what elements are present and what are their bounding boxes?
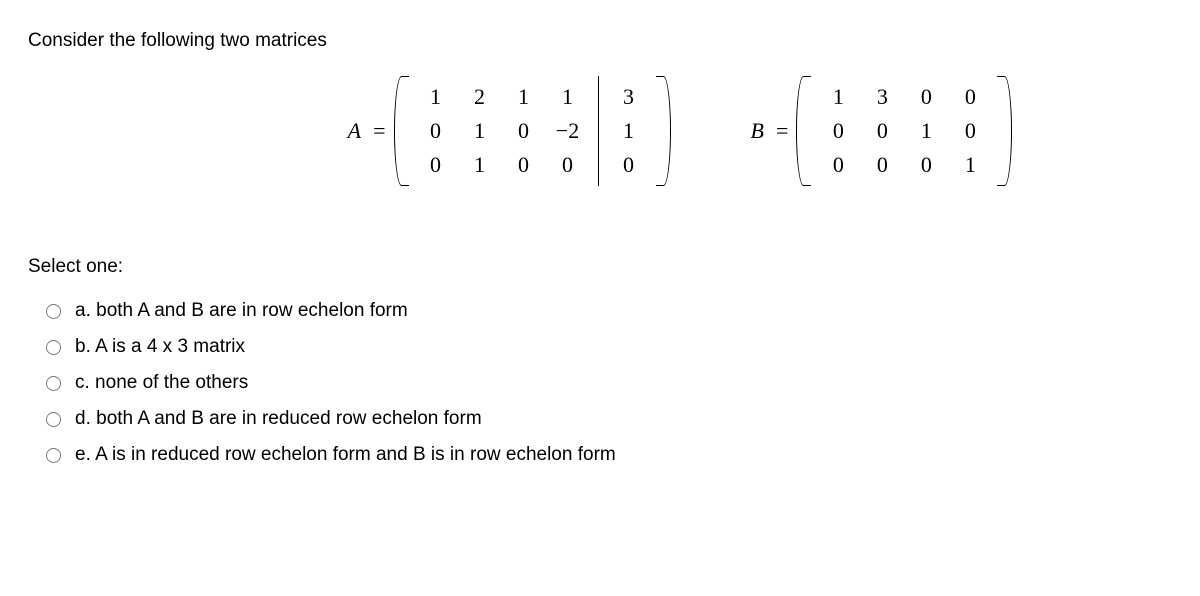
equals-sign: = xyxy=(776,118,788,144)
matrix-cell: 1 xyxy=(904,118,948,144)
matrix-cell: 1 xyxy=(458,152,502,178)
radio-icon[interactable] xyxy=(46,376,61,391)
matrix-b-label: B xyxy=(751,118,764,144)
option-e-label: e. A is in reduced row echelon form and … xyxy=(75,444,616,466)
option-d[interactable]: d. both A and B are in reduced row echel… xyxy=(46,408,1172,430)
matrix-cell: 0 xyxy=(904,152,948,178)
paren-right xyxy=(657,76,671,186)
augment-divider xyxy=(598,76,599,186)
question-container: Consider the following two matrices A = … xyxy=(0,0,1200,510)
matrix-b-block: B = 1 3 0 0 0 0 1 0 0 0 0 1 xyxy=(751,76,1013,186)
matrix-a-paren: 1 2 1 1 0 1 0 −2 0 1 0 0 3 1 0 xyxy=(394,76,671,186)
paren-right xyxy=(998,76,1012,186)
matrix-cell: 0 xyxy=(948,84,992,110)
option-a[interactable]: a. both A and B are in row echelon form xyxy=(46,300,1172,322)
option-c-label: c. none of the others xyxy=(75,372,248,394)
matrix-cell: 1 xyxy=(458,118,502,144)
matrix-cell: 0 xyxy=(904,84,948,110)
option-d-label: d. both A and B are in reduced row echel… xyxy=(75,408,482,430)
matrix-cell: 0 xyxy=(816,118,860,144)
matrix-cell: 0 xyxy=(860,152,904,178)
option-b[interactable]: b. A is a 4 x 3 matrix xyxy=(46,336,1172,358)
option-c[interactable]: c. none of the others xyxy=(46,372,1172,394)
matrix-b-paren: 1 3 0 0 0 0 1 0 0 0 0 1 xyxy=(796,76,1012,186)
matrix-a-aug: 3 1 0 xyxy=(601,76,657,186)
option-e[interactable]: e. A is in reduced row echelon form and … xyxy=(46,444,1172,466)
matrix-cell: 3 xyxy=(607,84,651,110)
matrix-cell: 0 xyxy=(948,118,992,144)
question-text: Consider the following two matrices xyxy=(28,30,1172,52)
matrix-cell: 0 xyxy=(860,118,904,144)
options-list: a. both A and B are in row echelon form … xyxy=(28,300,1172,466)
matrix-cell: 1 xyxy=(414,84,458,110)
option-b-label: b. A is a 4 x 3 matrix xyxy=(75,336,245,358)
matrix-a-main: 1 2 1 1 0 1 0 −2 0 1 0 0 xyxy=(408,76,596,186)
matrix-a-label: A xyxy=(348,118,361,144)
matrix-cell: 0 xyxy=(502,118,546,144)
radio-icon[interactable] xyxy=(46,412,61,427)
equals-sign: = xyxy=(373,118,385,144)
paren-left xyxy=(394,76,408,186)
matrix-cell: 2 xyxy=(458,84,502,110)
radio-icon[interactable] xyxy=(46,340,61,355)
matrix-b-main: 1 3 0 0 0 0 1 0 0 0 0 1 xyxy=(810,76,998,186)
matrix-cell: 1 xyxy=(607,118,651,144)
matrix-cell: 0 xyxy=(414,118,458,144)
matrix-cell: −2 xyxy=(546,118,590,144)
matrix-cell: 1 xyxy=(948,152,992,178)
paren-left xyxy=(796,76,810,186)
matrix-cell: 0 xyxy=(502,152,546,178)
matrix-cell: 0 xyxy=(816,152,860,178)
matrix-cell: 1 xyxy=(502,84,546,110)
matrix-cell: 0 xyxy=(414,152,458,178)
matrix-cell: 0 xyxy=(607,152,651,178)
matrix-cell: 0 xyxy=(546,152,590,178)
select-one-label: Select one: xyxy=(28,256,1172,278)
radio-icon[interactable] xyxy=(46,304,61,319)
matrices-row: A = 1 2 1 1 0 1 0 −2 0 1 0 0 xyxy=(188,76,1172,186)
matrix-cell: 3 xyxy=(860,84,904,110)
option-a-label: a. both A and B are in row echelon form xyxy=(75,300,408,322)
matrix-cell: 1 xyxy=(546,84,590,110)
radio-icon[interactable] xyxy=(46,448,61,463)
matrix-a-block: A = 1 2 1 1 0 1 0 −2 0 1 0 0 xyxy=(348,76,671,186)
matrix-cell: 1 xyxy=(816,84,860,110)
